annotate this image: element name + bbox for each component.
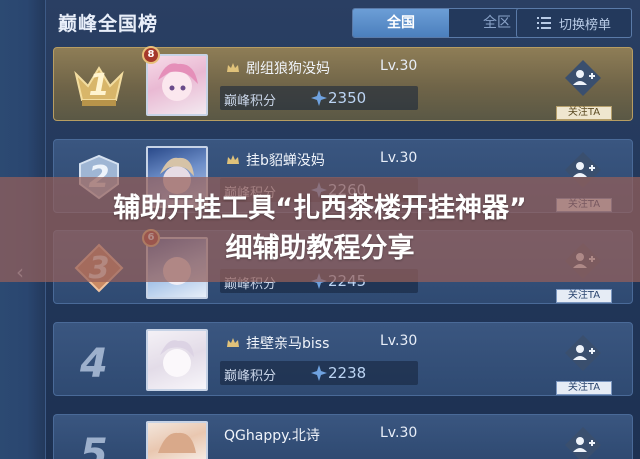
score-bar: 巅峰积分 2238 [220,361,418,385]
follow-button[interactable]: 关注TA [556,381,612,395]
add-friend-icon[interactable] [563,58,603,98]
leaderboard-row[interactable]: 1 8 剧组狼狗没妈 Lv.30 巅峰积分 2350 关注TA [53,46,633,121]
score-label: 巅峰积分 [224,94,277,109]
player-name: 剧组狼狗没妈 [246,61,330,77]
avatar[interactable] [146,54,208,116]
avatar[interactable] [146,421,208,459]
player-name: 挂b貂蝉没妈 [246,153,325,169]
player-level: Lv.30 [380,333,418,349]
list-icon [536,17,551,29]
leaderboard-row[interactable]: 4 挂壁亲马biss Lv.30 巅峰积分 2238 关注TA [53,322,633,396]
avatar[interactable] [146,329,208,391]
leaderboard-row[interactable]: 5 QGhappy.北诗 Lv.30 [53,414,633,459]
crown-icon [227,155,239,164]
follow-button[interactable]: 关注TA [556,106,612,120]
player-level: Lv.30 [380,150,418,166]
gold-medal-icon: 1 [70,56,128,114]
peak-score-icon [311,90,327,106]
rank-number: 1 [88,68,110,103]
player-name: QGhappy.北诗 [224,428,320,444]
header: 巅峰全国榜 全国 全区 切换榜单 [46,0,640,46]
switch-leaderboard-button[interactable]: 切换榜单 [516,8,632,38]
player-level: Lv.30 [380,58,418,74]
player-name: 挂壁亲马biss [246,336,330,352]
score-label: 巅峰积分 [224,369,277,384]
tab-national[interactable]: 全国 [353,9,449,37]
overlay-title: 辅助开挂工具“扎西茶楼开挂神器” [113,193,527,224]
score-bar: 巅峰积分 2350 [220,86,418,110]
overlay-subtitle: 细辅助教程分享 [225,233,415,264]
player-level: Lv.30 [380,425,418,441]
add-friend-icon[interactable] [563,333,603,373]
peak-score-icon [311,365,327,381]
level-badge: 8 [142,46,160,64]
page-title: 巅峰全国榜 [58,13,159,35]
follow-button[interactable]: 关注TA [556,289,612,303]
add-friend-icon[interactable] [563,425,603,459]
rank-number: 5 [80,431,108,459]
crown-icon [227,338,239,347]
crown-icon [227,63,239,72]
rank-number: 4 [80,341,108,387]
score-value: 2350 [328,89,367,107]
switch-leaderboard-label: 切换榜单 [558,17,611,33]
score-value: 2238 [328,364,367,382]
